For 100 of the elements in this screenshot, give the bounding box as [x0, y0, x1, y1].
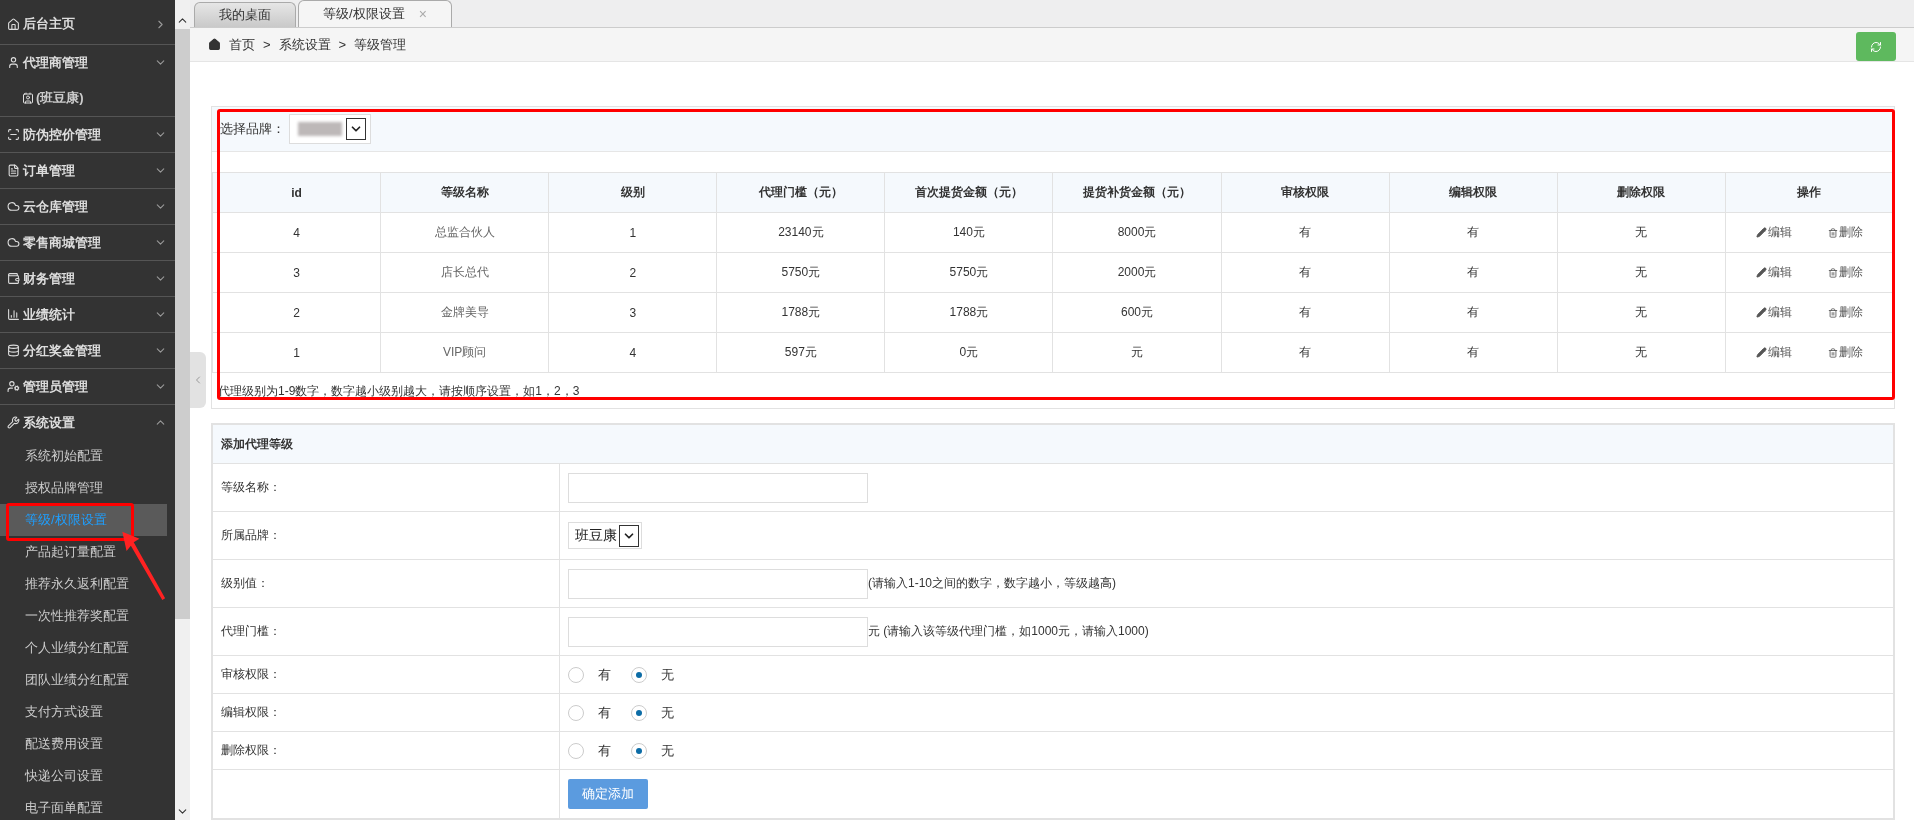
sidebar-subitem[interactable]: 推荐永久返利配置 [0, 568, 167, 600]
delete-link[interactable]: 删除 [1827, 264, 1863, 282]
sidebar-subitem[interactable]: 电子面单配置 [0, 792, 167, 820]
table-cell: 5750元 [716, 252, 885, 293]
pencil-icon [1755, 226, 1767, 238]
table-cell: 有 [1389, 292, 1558, 333]
edit-link[interactable]: 编辑 [1755, 263, 1792, 281]
table-cell: 金牌美导 [380, 292, 549, 333]
field-label: 等级名称： [212, 463, 560, 512]
text-input[interactable] [568, 472, 868, 503]
trash-icon [1827, 227, 1838, 238]
breadcrumb-separator: > [263, 37, 271, 52]
radio-option[interactable]: 无 [631, 741, 674, 760]
sidebar-subitem[interactable]: 配送费用设置 [0, 728, 167, 760]
scrollbar[interactable] [175, 0, 190, 820]
table-cell: 1788元 [716, 292, 885, 333]
column-header: id [212, 172, 381, 213]
table-cell: 无 [1557, 212, 1726, 253]
radio-option[interactable]: 无 [631, 703, 674, 722]
trash-icon [1827, 307, 1838, 318]
table-cell: 店长总代 [380, 252, 549, 293]
table-cell: 600元 [1052, 292, 1222, 333]
sidebar-subitem[interactable]: 快递公司设置 [0, 760, 167, 792]
radio-option[interactable]: 无 [631, 665, 674, 684]
field-label: 编辑权限： [212, 693, 560, 732]
radio-option[interactable]: 有 [568, 665, 611, 684]
sidebar-subitem[interactable]: 团队业绩分红配置 [0, 664, 167, 696]
table-cell: 有 [1221, 212, 1390, 253]
cloud-icon [7, 236, 20, 249]
scan-icon [7, 128, 20, 141]
trash-icon [1827, 347, 1838, 358]
sidebar-subitem[interactable]: 系统初始配置 [0, 440, 167, 472]
table-cell: 无 [1557, 292, 1726, 333]
tab[interactable]: 等级/权限设置 × [298, 0, 452, 27]
text-input[interactable] [568, 568, 868, 599]
table-cell: 2 [548, 252, 717, 293]
refresh-button[interactable] [1856, 32, 1896, 61]
table-cell: 有 [1221, 252, 1390, 293]
collapse-handle[interactable] [190, 352, 206, 408]
breadcrumb-link[interactable]: 系统设置 [278, 35, 331, 54]
bar-chart-icon [7, 308, 20, 321]
tab[interactable]: 我的桌面 [194, 2, 296, 27]
document-icon [7, 164, 20, 177]
delete-link[interactable]: 删除 [1827, 304, 1863, 322]
column-header: 等级名称 [380, 172, 549, 213]
radio-option[interactable]: 有 [568, 703, 611, 722]
radio-option[interactable]: 有 [568, 741, 611, 760]
edit-link[interactable]: 编辑 [1755, 343, 1792, 361]
table-cell: 1 [212, 332, 381, 373]
table-cell: 8000元 [1052, 212, 1222, 253]
table-cell: 3 [212, 252, 381, 293]
breadcrumb-link[interactable]: 等级管理 [354, 35, 407, 54]
table-cell: 无 [1557, 332, 1726, 373]
home-icon [208, 38, 221, 51]
wallet-icon [7, 272, 20, 285]
breadcrumb-link[interactable]: 首页 [229, 35, 255, 54]
pencil-icon [1755, 306, 1767, 318]
pencil-icon [1755, 266, 1767, 278]
sidebar-subitem[interactable]: 产品起订量配置 [0, 536, 167, 568]
table-cell: 2 [212, 292, 381, 333]
brand-select[interactable]: 班豆康 [568, 522, 642, 549]
table-cell: 1 [548, 212, 717, 253]
edit-link[interactable]: 编辑 [1755, 303, 1792, 321]
field-label: 所属品牌： [212, 511, 560, 560]
sidebar-menu-item[interactable]: 后台主页 [0, 0, 175, 44]
table-cell: 元 [1052, 332, 1222, 373]
contact-card-icon [22, 92, 34, 104]
cloud-icon [7, 200, 20, 213]
column-header: 编辑权限 [1389, 172, 1558, 213]
brand-select[interactable] [289, 114, 371, 144]
text-input[interactable] [568, 616, 868, 647]
edit-link[interactable]: 编辑 [1755, 223, 1792, 241]
refresh-icon [1870, 40, 1882, 53]
table-cell: 4 [548, 332, 717, 373]
sidebar-subitem[interactable]: (班豆康) [0, 80, 175, 116]
sidebar-subitem[interactable]: 一次性推荐奖配置 [0, 600, 167, 632]
table-cell: 1788元 [884, 292, 1053, 333]
table-cell: 有 [1389, 252, 1558, 293]
field-label: 删除权限： [212, 731, 560, 770]
sidebar-subitem[interactable]: 授权品牌管理 [0, 472, 167, 504]
column-header: 级别 [548, 172, 717, 213]
sidebar-subitem[interactable]: 支付方式设置 [0, 696, 167, 728]
wrench-icon [7, 416, 20, 429]
table-cell: 有 [1389, 332, 1558, 373]
field-label: 审核权限： [212, 655, 560, 694]
column-header: 删除权限 [1557, 172, 1726, 213]
table-cell: 140元 [884, 212, 1053, 253]
delete-link[interactable]: 删除 [1827, 344, 1863, 362]
table-cell: 有 [1389, 212, 1558, 253]
table-cell: 2000元 [1052, 252, 1222, 293]
sidebar-subitem[interactable]: 个人业绩分红配置 [0, 632, 167, 664]
input-hint: (请输入1-10之间的数字，数字越小，等级越高) [868, 575, 1116, 592]
delete-link[interactable]: 删除 [1827, 224, 1863, 242]
table-cell: 0元 [884, 332, 1053, 373]
user-gear-icon [7, 380, 20, 393]
table-cell: 597元 [716, 332, 885, 373]
table-cell: 有 [1221, 332, 1390, 373]
table-cell: 总监合伙人 [380, 212, 549, 253]
pencil-icon [1755, 346, 1767, 358]
database-icon [7, 344, 20, 357]
